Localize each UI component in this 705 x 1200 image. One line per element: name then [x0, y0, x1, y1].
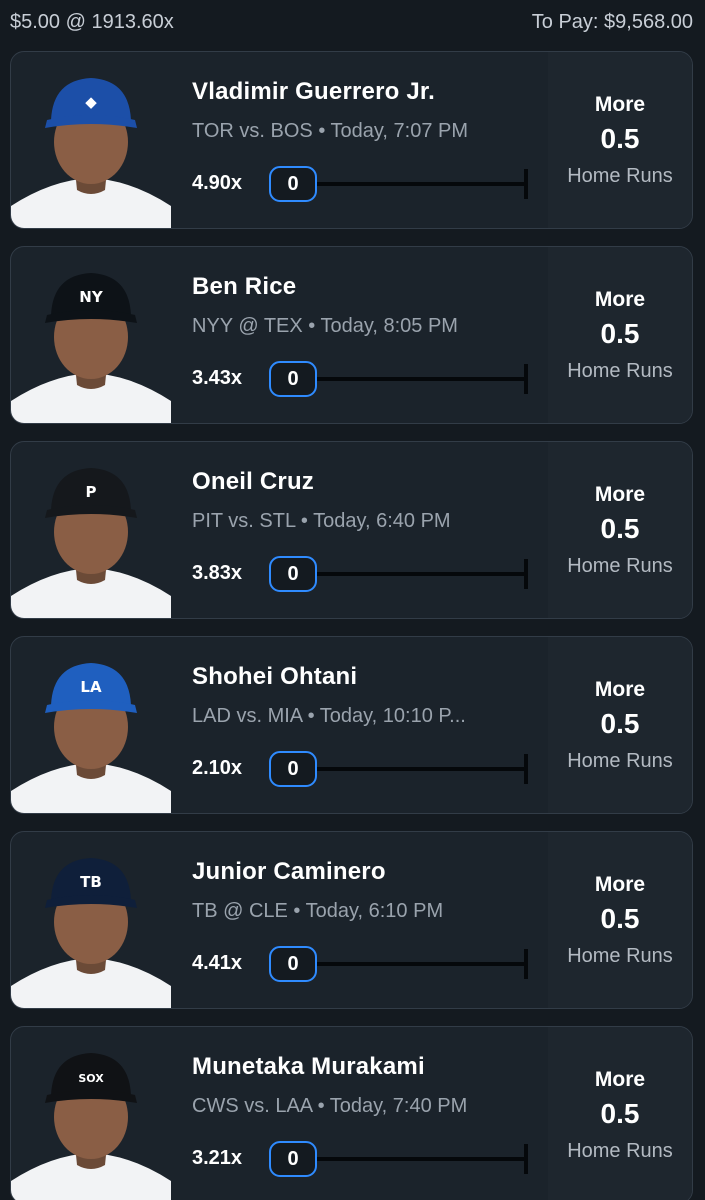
cap-logo-text: SOX [78, 1072, 104, 1085]
player-name[interactable]: Ben Rice [192, 273, 296, 301]
player-name[interactable]: Vladimir Guerrero Jr. [192, 78, 435, 106]
progress-track [311, 767, 526, 771]
game-info: TB @ CLE • Today, 6:10 PM [192, 900, 444, 922]
line-value: 0.5 [600, 902, 640, 934]
player-avatar-icon: ◆ [11, 78, 171, 228]
player-avatar-icon: LA [11, 663, 171, 813]
game-info: PIT vs. STL • Today, 6:40 PM [192, 510, 451, 532]
player-headshot: TB [11, 838, 171, 1008]
pick-direction-panel[interactable]: More 0.5 Home Runs [548, 52, 692, 228]
game-info: NYY @ TEX • Today, 8:05 PM [192, 315, 458, 337]
cap-logo-text: TB [80, 873, 102, 891]
player-headshot: NY [11, 253, 171, 423]
game-info: LAD vs. MIA • Today, 10:10 P... [192, 705, 466, 727]
stat-type: Home Runs [567, 164, 673, 187]
progress-track-end [524, 1144, 528, 1174]
stat-count-badge: 0 [269, 556, 317, 592]
player-headshot: SOX [11, 1033, 171, 1200]
stat-type: Home Runs [567, 944, 673, 967]
pick-card[interactable]: P Oneil Cruz PIT vs. STL • Today, 6:40 P… [10, 441, 693, 619]
stat-type: Home Runs [567, 749, 673, 772]
pick-card[interactable]: TB Junior Caminero TB @ CLE • Today, 6:1… [10, 831, 693, 1009]
pick-card[interactable]: NY Ben Rice NYY @ TEX • Today, 8:05 PM 3… [10, 246, 693, 424]
progress-track [311, 962, 526, 966]
line-value: 0.5 [600, 512, 640, 544]
entry-summary-bar: $5.00 @ 1913.60x To Pay: $9,568.00 [0, 0, 705, 44]
pick-card[interactable]: LA Shohei Ohtani LAD vs. MIA • Today, 10… [10, 636, 693, 814]
pick-multiplier: 3.43x [192, 367, 243, 389]
player-name[interactable]: Munetaka Murakami [192, 1053, 425, 1081]
pick-multiplier: 3.21x [192, 1147, 243, 1169]
stat-type: Home Runs [567, 1139, 673, 1162]
stat-count-badge: 0 [269, 1141, 317, 1177]
player-name[interactable]: Oneil Cruz [192, 468, 314, 496]
stat-type: Home Runs [567, 554, 673, 577]
stat-count-badge: 0 [269, 166, 317, 202]
line-value: 0.5 [600, 317, 640, 349]
player-name[interactable]: Junior Caminero [192, 858, 386, 886]
stat-count-badge: 0 [269, 946, 317, 982]
player-avatar-icon: SOX [11, 1053, 171, 1200]
player-headshot: ◆ [11, 58, 171, 228]
progress-track-end [524, 949, 528, 979]
pick-direction-panel[interactable]: More 0.5 Home Runs [548, 832, 692, 1008]
pick-multiplier: 4.41x [192, 952, 243, 974]
player-headshot: LA [11, 643, 171, 813]
direction-label: More [594, 92, 646, 116]
line-value: 0.5 [600, 122, 640, 154]
pick-direction-panel[interactable]: More 0.5 Home Runs [548, 442, 692, 618]
progress-track-end [524, 754, 528, 784]
direction-label: More [594, 1067, 646, 1091]
pick-multiplier: 4.90x [192, 172, 243, 194]
pick-direction-panel[interactable]: More 0.5 Home Runs [548, 247, 692, 423]
pick-card[interactable]: SOX Munetaka Murakami CWS vs. LAA • Toda… [10, 1026, 693, 1200]
direction-label: More [594, 287, 646, 311]
stat-count-badge: 0 [269, 751, 317, 787]
pick-direction-panel[interactable]: More 0.5 Home Runs [548, 637, 692, 813]
entry-amount: $5.00 @ 1913.60x [10, 10, 174, 33]
direction-label: More [594, 482, 646, 506]
stat-type: Home Runs [567, 359, 673, 382]
player-avatar-icon: P [11, 468, 171, 618]
game-info: CWS vs. LAA • Today, 7:40 PM [192, 1095, 468, 1117]
progress-track-end [524, 169, 528, 199]
line-value: 0.5 [600, 707, 640, 739]
direction-label: More [594, 872, 646, 896]
cap-logo-text: LA [80, 678, 102, 696]
cap-logo-text: NY [79, 288, 104, 306]
line-value: 0.5 [600, 1097, 640, 1129]
player-name[interactable]: Shohei Ohtani [192, 663, 357, 691]
progress-track [311, 572, 526, 576]
player-avatar-icon: TB [11, 858, 171, 1008]
game-info: TOR vs. BOS • Today, 7:07 PM [192, 120, 468, 142]
cap-logo-text: ◆ [85, 93, 97, 111]
player-headshot: P [11, 448, 171, 618]
progress-track-end [524, 364, 528, 394]
pick-multiplier: 2.10x [192, 757, 243, 779]
direction-label: More [594, 677, 646, 701]
stat-count-badge: 0 [269, 361, 317, 397]
pick-multiplier: 3.83x [192, 562, 243, 584]
pick-card[interactable]: ◆ Vladimir Guerrero Jr. TOR vs. BOS • To… [10, 51, 693, 229]
player-avatar-icon: NY [11, 273, 171, 423]
progress-track [311, 1157, 526, 1161]
progress-track-end [524, 559, 528, 589]
pick-direction-panel[interactable]: More 0.5 Home Runs [548, 1027, 692, 1200]
to-pay-amount: To Pay: $9,568.00 [531, 10, 693, 33]
progress-track [311, 377, 526, 381]
progress-track [311, 182, 526, 186]
cap-logo-text: P [86, 483, 97, 501]
